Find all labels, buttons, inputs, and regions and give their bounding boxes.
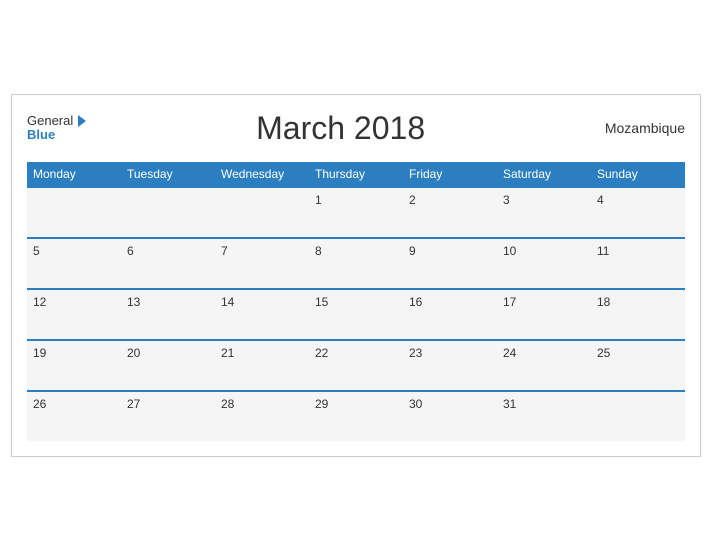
calendar-container: General Blue March 2018 Mozambique Monda…: [11, 94, 701, 457]
calendar-day-cell: 19: [27, 340, 121, 391]
calendar-body: 1234567891011121314151617181920212223242…: [27, 187, 685, 441]
calendar-grid: MondayTuesdayWednesdayThursdayFridaySatu…: [27, 162, 685, 441]
calendar-day-cell: [27, 187, 121, 238]
calendar-week-row: 1 2 3 4: [27, 187, 685, 238]
day-number: 28: [221, 397, 234, 411]
day-number: 7: [221, 244, 228, 258]
logo-blue-text: Blue: [27, 128, 55, 142]
calendar-day-cell: 28: [215, 391, 309, 441]
day-number: 5: [33, 244, 40, 258]
day-number: 25: [597, 346, 610, 360]
calendar-day-cell: 14: [215, 289, 309, 340]
calendar-day-cell: 18: [591, 289, 685, 340]
calendar-day-cell: 23: [403, 340, 497, 391]
weekday-header: Thursday: [309, 162, 403, 187]
calendar-week-row: 12 13 14 15 16 17 18: [27, 289, 685, 340]
calendar-day-cell: 24: [497, 340, 591, 391]
calendar-title: March 2018: [86, 110, 595, 147]
weekday-header: Wednesday: [215, 162, 309, 187]
day-number: 19: [33, 346, 46, 360]
calendar-day-cell: 20: [121, 340, 215, 391]
calendar-day-cell: 2: [403, 187, 497, 238]
day-number: 9: [409, 244, 416, 258]
calendar-day-cell: 29: [309, 391, 403, 441]
day-number: 22: [315, 346, 328, 360]
day-number: 21: [221, 346, 234, 360]
calendar-week-row: 5 6 7 8 9 10 11: [27, 238, 685, 289]
calendar-day-cell: 26: [27, 391, 121, 441]
calendar-day-cell: 8: [309, 238, 403, 289]
calendar-day-cell: 1: [309, 187, 403, 238]
calendar-day-cell: 27: [121, 391, 215, 441]
calendar-day-cell: 4: [591, 187, 685, 238]
weekday-header: Tuesday: [121, 162, 215, 187]
weekday-header: Sunday: [591, 162, 685, 187]
day-number: 13: [127, 295, 140, 309]
calendar-day-cell: 21: [215, 340, 309, 391]
day-number: 24: [503, 346, 516, 360]
calendar-day-cell: 25: [591, 340, 685, 391]
logo: General Blue: [27, 114, 86, 143]
day-number: 11: [597, 244, 609, 258]
day-number: 20: [127, 346, 140, 360]
day-number: 29: [315, 397, 328, 411]
day-number: 18: [597, 295, 610, 309]
calendar-week-row: 19 20 21 22 23 24 25: [27, 340, 685, 391]
calendar-day-cell: 10: [497, 238, 591, 289]
day-number: 1: [315, 193, 322, 207]
day-number: 23: [409, 346, 422, 360]
day-number: 14: [221, 295, 234, 309]
day-number: 30: [409, 397, 422, 411]
calendar-header: General Blue March 2018 Mozambique: [27, 105, 685, 152]
logo-triangle-icon: [78, 115, 86, 127]
day-number: 8: [315, 244, 322, 258]
calendar-day-cell: [591, 391, 685, 441]
calendar-day-cell: 31: [497, 391, 591, 441]
day-number: 16: [409, 295, 422, 309]
weekday-header: Monday: [27, 162, 121, 187]
day-number: 17: [503, 295, 516, 309]
calendar-day-cell: 22: [309, 340, 403, 391]
calendar-day-cell: [121, 187, 215, 238]
calendar-header-row: MondayTuesdayWednesdayThursdayFridaySatu…: [27, 162, 685, 187]
calendar-day-cell: 30: [403, 391, 497, 441]
calendar-day-cell: [215, 187, 309, 238]
calendar-day-cell: 17: [497, 289, 591, 340]
day-number: 15: [315, 295, 328, 309]
weekday-header: Friday: [403, 162, 497, 187]
day-number: 26: [33, 397, 46, 411]
calendar-country: Mozambique: [595, 120, 685, 136]
logo-general-text: General: [27, 114, 73, 128]
day-number: 3: [503, 193, 510, 207]
calendar-day-cell: 15: [309, 289, 403, 340]
weekday-header: Saturday: [497, 162, 591, 187]
day-number: 31: [503, 397, 516, 411]
calendar-day-cell: 3: [497, 187, 591, 238]
day-number: 4: [597, 193, 604, 207]
days-of-week-row: MondayTuesdayWednesdayThursdayFridaySatu…: [27, 162, 685, 187]
calendar-day-cell: 7: [215, 238, 309, 289]
calendar-day-cell: 6: [121, 238, 215, 289]
calendar-day-cell: 9: [403, 238, 497, 289]
day-number: 2: [409, 193, 416, 207]
calendar-day-cell: 11: [591, 238, 685, 289]
calendar-day-cell: 12: [27, 289, 121, 340]
day-number: 10: [503, 244, 516, 258]
calendar-week-row: 26 27 28 29 30 31: [27, 391, 685, 441]
day-number: 12: [33, 295, 46, 309]
calendar-day-cell: 13: [121, 289, 215, 340]
day-number: 6: [127, 244, 134, 258]
calendar-day-cell: 5: [27, 238, 121, 289]
calendar-day-cell: 16: [403, 289, 497, 340]
day-number: 27: [127, 397, 140, 411]
